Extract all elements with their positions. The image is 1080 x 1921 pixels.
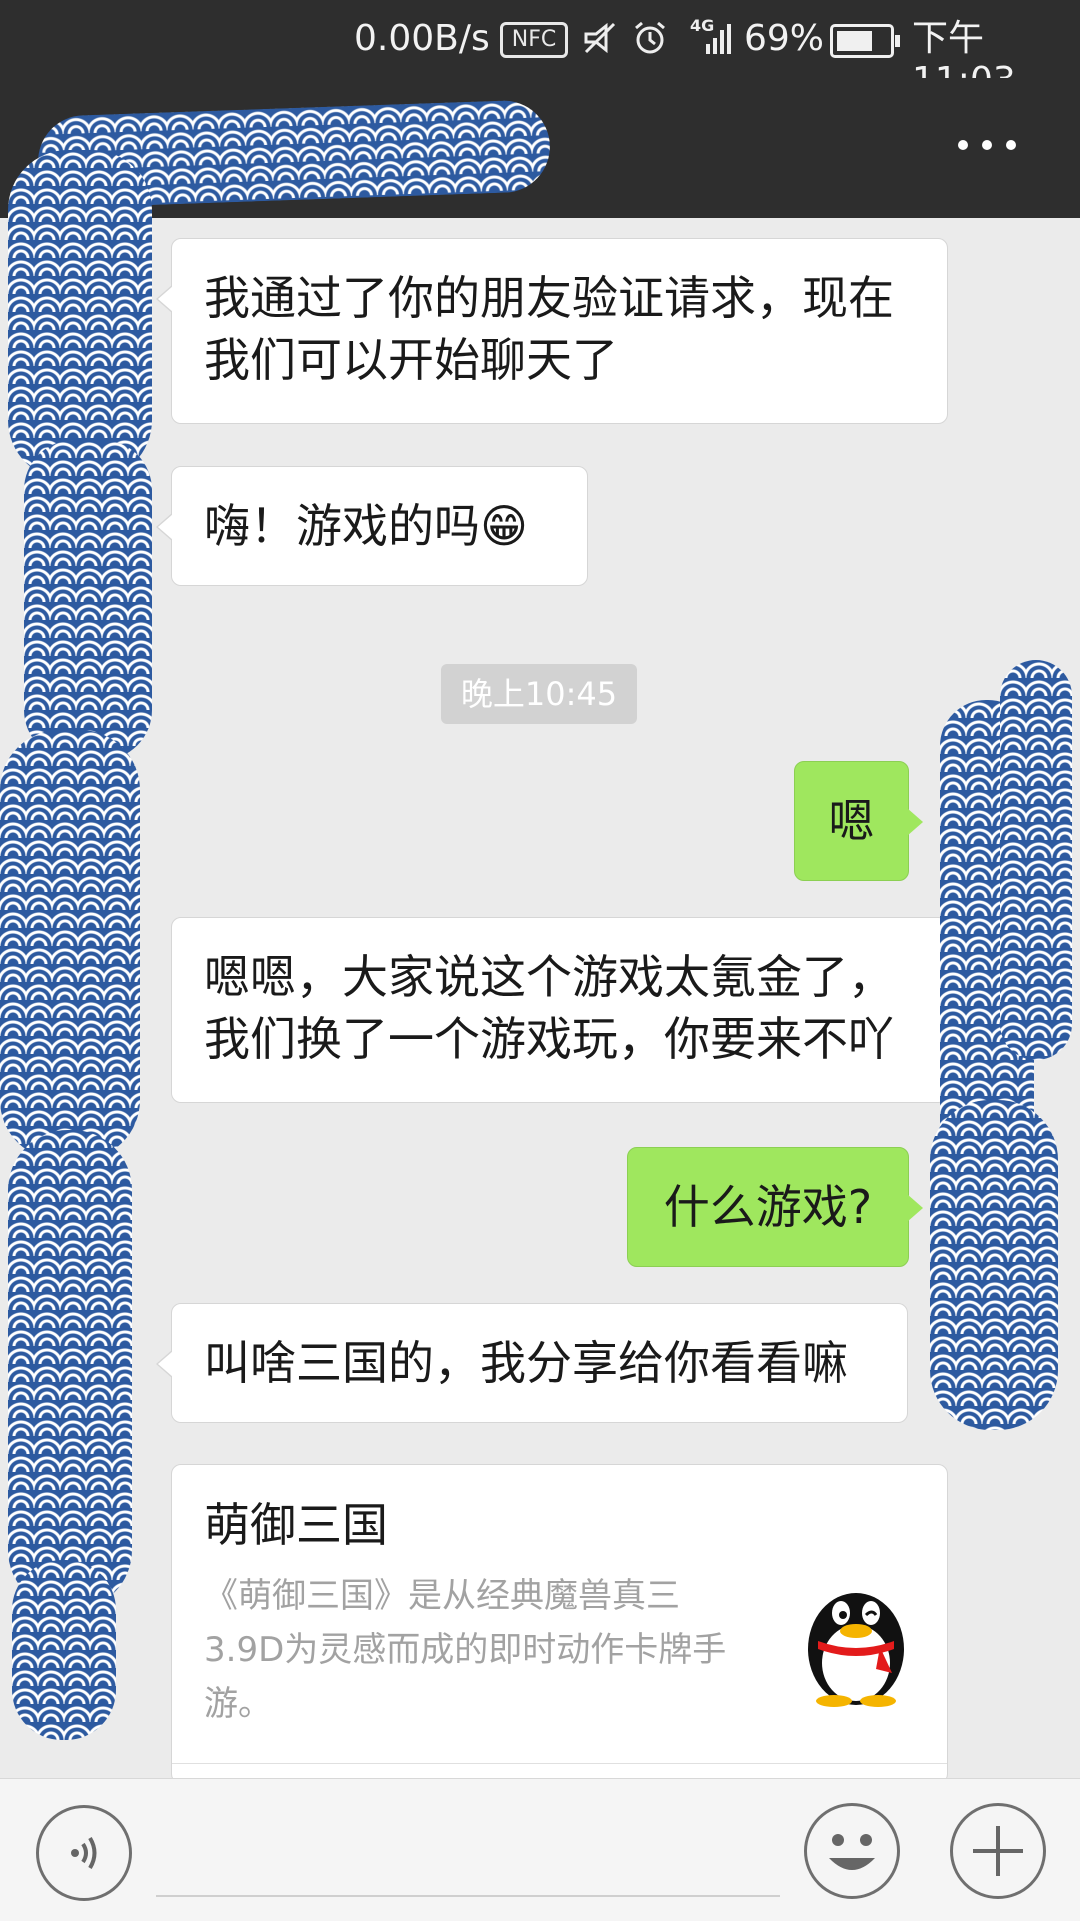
card-description: 《萌御三国》是从经典魔兽真三3.9D为灵感而成的即时动作卡牌手游。 xyxy=(204,1576,727,1724)
plus-icon[interactable] xyxy=(950,1803,1046,1899)
battery-level xyxy=(837,31,872,51)
status-bar: 0.00B/s NFC 4G 69% 下午11:03 xyxy=(0,0,1080,101)
redaction-scribble xyxy=(12,1560,116,1740)
redaction-scribble xyxy=(930,1100,1058,1430)
input-bar xyxy=(0,1778,1080,1921)
message-text: 嗨！游戏的吗😁 xyxy=(204,499,528,553)
message-text: 叫啥三国的，我分享给你看看嘛 xyxy=(204,1336,848,1390)
signal-icon xyxy=(706,24,731,54)
qq-penguin-icon xyxy=(808,1593,904,1707)
message-bubble-received[interactable]: 嗨！游戏的吗😁 xyxy=(156,466,588,586)
voice-icon[interactable] xyxy=(36,1805,132,1901)
nfc-icon: NFC xyxy=(500,22,568,58)
message-timestamp: 晚上10:45 xyxy=(441,664,637,724)
card-title: 萌御三国 xyxy=(204,1498,388,1552)
shared-link-card[interactable]: 萌御三国 《萌御三国》是从经典魔兽真三3.9D为灵感而成的即时动作卡牌手游。 xyxy=(171,1464,948,1784)
message-text: 嗯嗯，大家说这个游戏太氪金了，我们换了一个游戏玩，你要来不吖 xyxy=(204,950,894,1066)
alarm-icon xyxy=(635,21,665,54)
message-bubble-received[interactable]: 叫啥三国的，我分享给你看看嘛 xyxy=(156,1303,908,1423)
message-text: 什么游戏? xyxy=(663,1180,873,1234)
redaction-scribble xyxy=(24,440,152,760)
redaction-scribble xyxy=(1000,660,1072,1060)
silent-icon xyxy=(584,22,616,54)
redaction-scribble xyxy=(0,730,140,1160)
message-text: 我通过了你的朋友验证请求，现在我们可以开始聊天了 xyxy=(204,271,894,387)
message-bubble-sent[interactable]: 什么游戏? xyxy=(627,1147,923,1267)
more-dots-icon[interactable] xyxy=(958,136,1018,152)
message-bubble-received[interactable]: 嗯嗯，大家说这个游戏太氪金了，我们换了一个游戏玩，你要来不吖 xyxy=(171,917,948,1103)
emoji-icon[interactable] xyxy=(804,1803,900,1899)
message-input[interactable] xyxy=(156,1895,780,1897)
network-speed: 0.00B/s xyxy=(354,18,490,59)
battery-percent: 69% xyxy=(744,18,825,59)
battery-icon xyxy=(830,24,900,58)
redaction-scribble xyxy=(8,150,152,480)
message-text: 嗯 xyxy=(828,794,875,848)
redaction-scribble xyxy=(8,1130,132,1610)
message-bubble-received[interactable]: 我通过了你的朋友验证请求，现在我们可以开始聊天了 xyxy=(156,238,948,424)
message-bubble-sent[interactable]: 嗯 xyxy=(794,761,923,881)
